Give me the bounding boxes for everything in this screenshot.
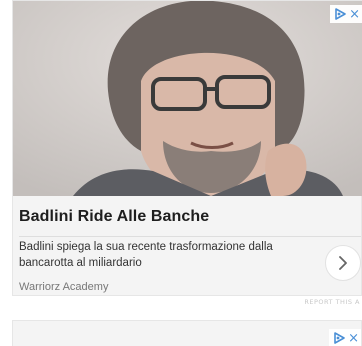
ad-description: Badlini spiega la sua recente trasformaz…: [19, 241, 273, 269]
adchoices-button[interactable]: ×: [330, 5, 362, 23]
report-ad-link[interactable]: REPORT THIS A: [304, 298, 360, 306]
adchoices-button[interactable]: ×: [329, 329, 361, 346]
ad-source: Warriorz Academy: [19, 281, 109, 293]
sponsored-ad-card[interactable]: × Badlini Ride Alle Banche Badlini spieg…: [12, 0, 362, 296]
ad-headline[interactable]: Badlini Ride Alle Banche: [19, 208, 209, 226]
ad-photo-man-with-glasses: [13, 1, 362, 196]
chevron-right-icon: [339, 256, 347, 270]
page: × Badlini Ride Alle Banche Badlini spieg…: [0, 0, 362, 346]
close-icon[interactable]: ×: [349, 8, 360, 21]
open-ad-button[interactable]: [325, 245, 361, 281]
close-icon[interactable]: ×: [348, 332, 359, 345]
divider: [19, 236, 361, 237]
adchoices-icon: [335, 8, 346, 20]
next-ad-card[interactable]: ×: [12, 320, 362, 346]
ad-image[interactable]: ×: [13, 1, 362, 196]
adchoices-icon: [334, 332, 345, 344]
